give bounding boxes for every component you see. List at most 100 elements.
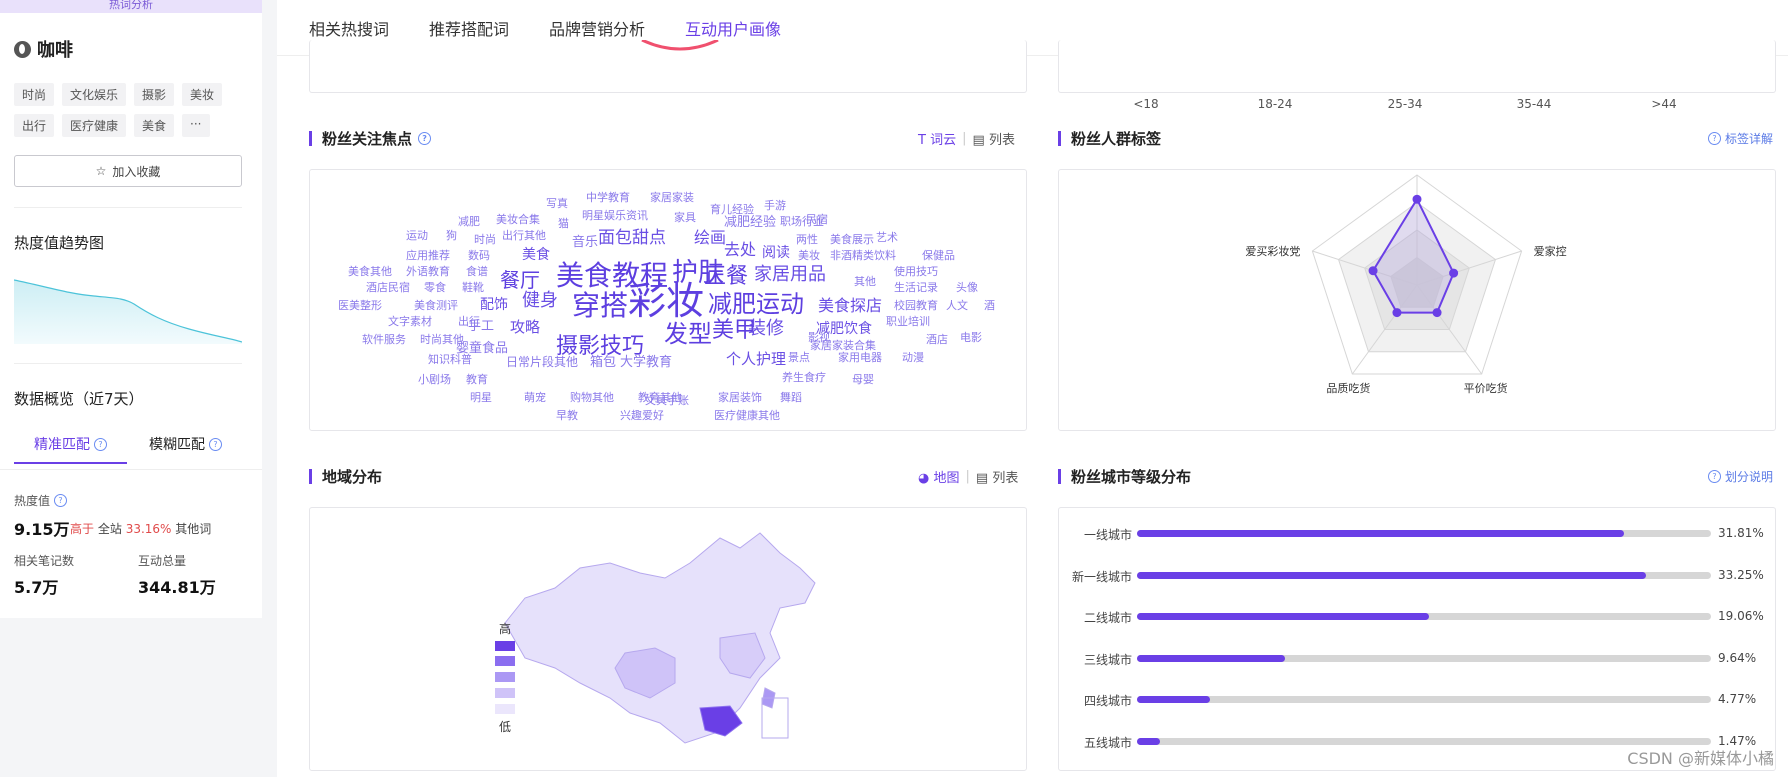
cloud-word[interactable]: 绘画	[694, 230, 726, 246]
cloud-word[interactable]: 酒店	[926, 334, 948, 345]
cloud-word[interactable]: 养生食疗	[782, 372, 826, 383]
tab-user-profile[interactable]: 互动用户画像	[685, 16, 781, 40]
cloud-word[interactable]: 运动	[406, 230, 428, 241]
word-cloud-toggle[interactable]: T 词云	[918, 129, 956, 148]
cloud-word[interactable]: 零食	[424, 282, 446, 293]
more-tags-button[interactable]: ···	[182, 114, 210, 137]
cloud-word[interactable]: 舞蹈	[780, 392, 802, 403]
cloud-word[interactable]: 健身	[522, 292, 558, 310]
division-note-link[interactable]: ? 划分说明	[1708, 468, 1773, 485]
cloud-word[interactable]: 校园教育	[894, 300, 938, 311]
cloud-word[interactable]: 两性	[796, 234, 818, 245]
cloud-word[interactable]: 人文	[946, 300, 968, 311]
tag-detail-link[interactable]: ? 标签详解	[1708, 130, 1773, 147]
cloud-word[interactable]: 家居装饰	[718, 392, 762, 403]
cloud-word[interactable]: 其他	[854, 276, 876, 287]
cloud-word[interactable]: 医疗健康其他	[714, 410, 780, 421]
cloud-word[interactable]: 电影	[960, 332, 982, 343]
cloud-word[interactable]: 中学教育	[586, 192, 630, 203]
cloud-word[interactable]: 猫	[558, 218, 569, 229]
cloud-word[interactable]: 教育	[466, 374, 488, 385]
radar-point[interactable]	[1368, 266, 1378, 276]
list-toggle[interactable]: ▤ 列表	[973, 129, 1015, 148]
cloud-word[interactable]: 发型	[664, 322, 712, 346]
cloud-word[interactable]: 应用推荐	[406, 250, 450, 261]
cloud-word[interactable]: 生活记录	[894, 282, 938, 293]
cloud-word[interactable]: 去处	[724, 242, 756, 258]
map-toggle[interactable]: ◕ 地图	[918, 467, 960, 486]
cloud-word[interactable]: 家居用品	[754, 266, 826, 284]
tab-exact-match[interactable]: 精准匹配 ?	[14, 434, 127, 464]
cloud-word[interactable]: 手游	[764, 200, 786, 211]
cloud-word[interactable]: 文字素材	[388, 316, 432, 327]
cloud-word[interactable]: 美妆	[798, 250, 820, 261]
cloud-word[interactable]: 文具手账	[645, 395, 689, 406]
cloud-word[interactable]: 美食探店	[818, 298, 882, 314]
cloud-word[interactable]: 明星	[470, 392, 492, 403]
cloud-word[interactable]: 兴趣爱好	[620, 410, 664, 421]
cloud-word[interactable]: 美食其他	[348, 266, 392, 277]
cloud-word[interactable]: 萌宠	[524, 392, 546, 403]
cloud-word[interactable]: 个人护理	[726, 352, 786, 367]
cloud-word[interactable]: 知识科普	[428, 354, 472, 365]
cloud-word[interactable]: 配饰	[480, 298, 508, 312]
cloud-word[interactable]: 音乐	[572, 236, 598, 249]
cloud-word[interactable]: 头像	[956, 282, 978, 293]
cloud-word[interactable]: 箱包	[590, 356, 616, 369]
tag[interactable]: 医疗健康	[62, 114, 127, 137]
bar-fill[interactable]	[1137, 613, 1429, 620]
cloud-word[interactable]: 正餐	[704, 266, 748, 288]
help-icon[interactable]: ?	[418, 132, 432, 145]
cloud-word[interactable]: 软件服务	[362, 334, 406, 345]
list-toggle[interactable]: ▤ 列表	[976, 467, 1018, 486]
cloud-word[interactable]: 景点	[788, 352, 810, 363]
cloud-word[interactable]: 职业培训	[886, 316, 930, 327]
cloud-word[interactable]: 鞋靴	[462, 282, 484, 293]
cloud-word[interactable]: 日常片段其他	[506, 356, 578, 368]
cloud-word[interactable]: 狗	[446, 230, 457, 241]
cloud-word[interactable]: 医美整形	[338, 300, 382, 311]
tab-brand-marketing[interactable]: 品牌营销分析	[549, 16, 645, 40]
cloud-word[interactable]: 美食	[522, 248, 550, 262]
bar-fill[interactable]	[1137, 571, 1646, 579]
cloud-word[interactable]: 装修	[748, 320, 784, 338]
cloud-word[interactable]: 出行	[458, 316, 480, 327]
cloud-word[interactable]: 美食展示	[830, 234, 874, 245]
china-map[interactable]	[310, 508, 1026, 770]
cloud-word[interactable]: 使用技巧	[894, 266, 938, 277]
cloud-word[interactable]: 非酒精类饮料	[830, 250, 896, 261]
cloud-word[interactable]: 穿搭	[572, 292, 628, 320]
bar-fill[interactable]	[1137, 654, 1285, 662]
radar-point[interactable]	[1449, 268, 1459, 278]
cloud-word[interactable]: 时尚其他	[420, 334, 464, 345]
cloud-word[interactable]: 家具	[674, 212, 696, 223]
cloud-word[interactable]: 购物其他	[570, 392, 614, 403]
bar-fill[interactable]	[1137, 696, 1210, 703]
cloud-word[interactable]: 母婴	[852, 374, 874, 385]
help-icon[interactable]: ?	[94, 437, 107, 451]
cloud-word[interactable]: 艺术	[876, 232, 898, 243]
cloud-word[interactable]: 家用电器	[838, 352, 882, 363]
cloud-word[interactable]: 减肥运动	[708, 292, 804, 316]
cloud-word[interactable]: 小剧场	[418, 374, 451, 385]
cloud-word[interactable]: 大学教育	[620, 356, 672, 369]
tag[interactable]: 摄影	[134, 83, 175, 106]
cloud-word[interactable]: 家居家装	[650, 192, 694, 203]
add-favorite-button[interactable]: ☆ 加入收藏	[14, 155, 242, 187]
cloud-word[interactable]: 酒	[984, 300, 995, 311]
cloud-word[interactable]: 影视	[808, 332, 830, 343]
tag[interactable]: 出行	[14, 114, 55, 137]
cloud-word[interactable]: 外语教育	[406, 266, 450, 277]
bar-fill[interactable]	[1137, 737, 1160, 745]
bar-fill[interactable]	[1137, 530, 1624, 537]
cloud-word[interactable]: 保健品	[922, 250, 955, 261]
tag[interactable]: 文化娱乐	[62, 83, 127, 106]
tag[interactable]: 时尚	[14, 83, 55, 106]
cloud-word[interactable]: 面包甜点	[598, 230, 666, 247]
cloud-word[interactable]: 阅读	[762, 246, 790, 260]
cloud-word[interactable]: 美食教程	[556, 262, 668, 290]
cloud-word[interactable]: 数码	[468, 250, 490, 261]
cloud-word[interactable]: 酒店民宿	[366, 282, 410, 293]
tab-related-search[interactable]: 相关热搜词	[309, 16, 389, 40]
cloud-word[interactable]: 时尚	[474, 234, 496, 245]
